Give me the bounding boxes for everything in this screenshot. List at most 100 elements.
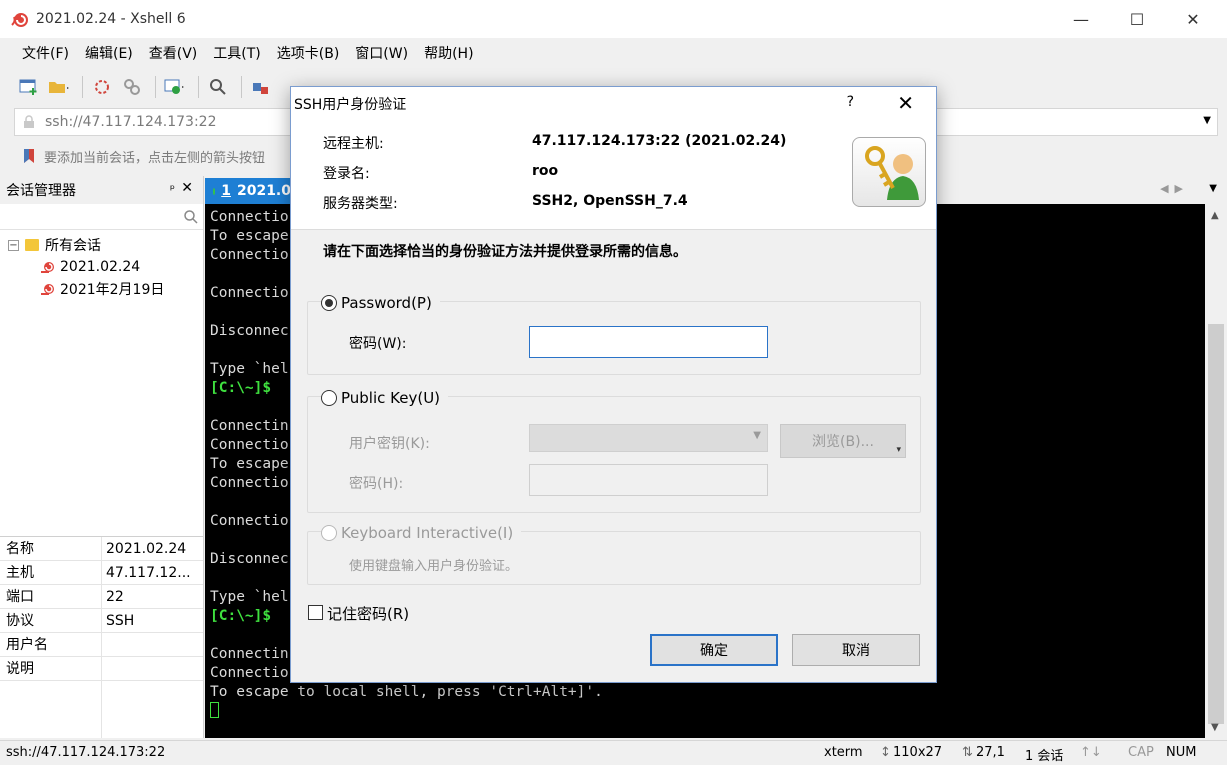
status-num: NUM bbox=[1166, 745, 1197, 760]
tab-number: 1 bbox=[221, 183, 231, 199]
prop-row: 协议 SSH bbox=[0, 609, 203, 633]
close-window-button[interactable]: ✕ bbox=[1166, 0, 1220, 38]
folder-icon bbox=[25, 239, 39, 251]
magnifier-icon bbox=[210, 79, 226, 95]
xshell-logo-icon bbox=[11, 13, 28, 27]
scrollbar-thumb[interactable] bbox=[1208, 324, 1224, 724]
public-key-option[interactable]: Public Key(U) bbox=[321, 389, 449, 407]
session-icon bbox=[41, 262, 54, 273]
tree-item-session[interactable]: 2021年2月19日 bbox=[0, 278, 203, 300]
status-sessions: 1 会话 bbox=[1025, 749, 1064, 764]
tab-session-1[interactable]: 1 2021.0 bbox=[205, 178, 291, 204]
ssh-auth-dialog: SSH用户身份验证 ? ✕ 远程主机: 47.117.124.173:22 (2… bbox=[290, 86, 937, 683]
menu-tools[interactable]: 工具(T) bbox=[205, 43, 268, 63]
maximize-icon: ☐ bbox=[1129, 9, 1145, 29]
hint-text: 要添加当前会话，点击左侧的箭头按钮 bbox=[44, 150, 266, 166]
address-input[interactable]: ssh://47.117.124.173:22 bbox=[45, 114, 216, 130]
status-size: 110x27 bbox=[893, 745, 943, 760]
remote-host-label: 远程主机: bbox=[323, 136, 384, 152]
session-properties: 名称 2021.02.24 主机 47.117.12... 端口 22 协议 SSH 用… bbox=[0, 536, 203, 681]
menu-help[interactable]: 帮助(H) bbox=[416, 43, 481, 63]
browse-button[interactable]: 浏览(B)... ▾ bbox=[780, 424, 906, 458]
user-key-select[interactable]: ▼ bbox=[529, 424, 768, 452]
find-button[interactable] bbox=[205, 74, 231, 100]
password-input[interactable] bbox=[529, 326, 768, 358]
prop-value bbox=[102, 657, 106, 680]
remember-password-label[interactable]: 记住密码(R) bbox=[327, 603, 409, 624]
keyboard-interactive-option[interactable]: Keyboard Interactive(I) bbox=[321, 524, 522, 542]
transfer-icon bbox=[253, 83, 268, 94]
menu-file[interactable]: 文件(F) bbox=[14, 43, 77, 63]
chevron-down-icon: ▼ bbox=[753, 430, 761, 441]
tree-root[interactable]: − 所有会话 bbox=[0, 234, 203, 256]
tree-root-label: 所有会话 bbox=[45, 238, 101, 254]
password-option-label: Password(P) bbox=[341, 294, 432, 312]
terminal-scrollbar[interactable]: ▲ ▼ bbox=[1205, 204, 1227, 738]
prop-row: 主机 47.117.12... bbox=[0, 561, 203, 585]
collapse-icon[interactable]: − bbox=[8, 239, 19, 251]
bookmark-icon[interactable] bbox=[22, 148, 36, 164]
chevron-down-icon[interactable]: ▼ bbox=[1209, 183, 1217, 194]
transfer-button[interactable] bbox=[248, 74, 274, 100]
session-nav-icon[interactable]: ↑↓ bbox=[1080, 745, 1102, 760]
dialog-instruction: 请在下面选择恰当的身份验证方法并提供登录所需的信息。 bbox=[323, 244, 687, 260]
close-icon[interactable]: ✕ bbox=[897, 91, 914, 115]
tab-label: 2021.0 bbox=[236, 183, 291, 199]
properties-button[interactable] bbox=[162, 74, 188, 100]
cancel-button-label: 取消 bbox=[842, 643, 870, 659]
public-key-radio[interactable] bbox=[321, 390, 337, 406]
menu-tab[interactable]: 选项卡(B) bbox=[269, 43, 348, 63]
password-radio[interactable] bbox=[321, 295, 337, 311]
terminal-cursor-line bbox=[210, 702, 1205, 721]
connection-info: 远程主机: 47.117.124.173:22 (2021.02.24) 登录名… bbox=[291, 120, 936, 230]
cursor-position-icon: ⇅ bbox=[962, 745, 973, 760]
prop-key: 名称 bbox=[0, 537, 102, 560]
menu-window[interactable]: 窗口(W) bbox=[347, 43, 416, 63]
ok-button[interactable]: 确定 bbox=[650, 634, 778, 666]
resize-icon: ↕ bbox=[880, 745, 891, 760]
tree-item-session[interactable]: 2021.02.24 bbox=[0, 256, 203, 278]
keyboard-interactive-description: 使用键盘输入用户身份验证。 bbox=[349, 559, 519, 574]
status-cap: CAP bbox=[1128, 745, 1154, 760]
menu-edit[interactable]: 编辑(E) bbox=[77, 43, 141, 63]
user-key-label: 用户密钥(K): bbox=[349, 436, 430, 452]
tab-scroll-arrows-icon[interactable]: ◀▶ bbox=[1160, 182, 1189, 195]
pin-icon[interactable]: ᵖ bbox=[170, 182, 175, 196]
toolbar-separator bbox=[155, 76, 156, 98]
remember-password-checkbox[interactable] bbox=[308, 605, 323, 620]
status-cursor: 27,1 bbox=[976, 745, 1005, 760]
toolbar-separator bbox=[82, 76, 83, 98]
key-password-input[interactable] bbox=[529, 464, 768, 496]
lock-icon bbox=[24, 115, 34, 128]
session-search-input[interactable] bbox=[0, 204, 203, 230]
close-icon[interactable]: ✕ bbox=[181, 180, 193, 196]
scroll-up-icon[interactable]: ▲ bbox=[1211, 210, 1219, 221]
maximize-button[interactable]: ☐ bbox=[1110, 0, 1164, 38]
browse-button-label: 浏览(B)... bbox=[812, 434, 874, 450]
prop-key: 主机 bbox=[0, 561, 102, 584]
disconnect-button[interactable] bbox=[119, 74, 145, 100]
new-session-button[interactable] bbox=[16, 74, 42, 100]
password-option[interactable]: Password(P) bbox=[321, 294, 440, 312]
keyboard-interactive-option-label: Keyboard Interactive(I) bbox=[341, 524, 514, 542]
cancel-button[interactable]: 取消 bbox=[792, 634, 920, 666]
window-title: 2021.02.24 - Xshell 6 bbox=[36, 11, 186, 27]
prop-row: 端口 22 bbox=[0, 585, 203, 609]
prop-key: 端口 bbox=[0, 585, 102, 608]
scroll-down-icon[interactable]: ▼ bbox=[1211, 722, 1219, 733]
help-icon[interactable]: ? bbox=[847, 94, 854, 110]
keyboard-interactive-radio[interactable] bbox=[321, 525, 337, 541]
session-manager-title: 会话管理器 bbox=[6, 183, 76, 199]
terminal-cursor bbox=[210, 702, 219, 718]
tree-item-label: 2021年2月19日 bbox=[60, 282, 165, 298]
ok-button-label: 确定 bbox=[700, 643, 728, 659]
folder-open-icon bbox=[49, 82, 69, 93]
minimize-button[interactable]: — bbox=[1054, 0, 1108, 38]
menu-view[interactable]: 查看(V) bbox=[141, 43, 206, 63]
open-folder-button[interactable] bbox=[46, 74, 72, 100]
chevron-down-icon[interactable]: ▼ bbox=[1203, 115, 1211, 126]
status-address: ssh://47.117.124.173:22 bbox=[6, 745, 166, 760]
new-session-icon bbox=[19, 79, 37, 95]
key-user-icon bbox=[852, 137, 926, 207]
reconnect-button[interactable] bbox=[89, 74, 115, 100]
